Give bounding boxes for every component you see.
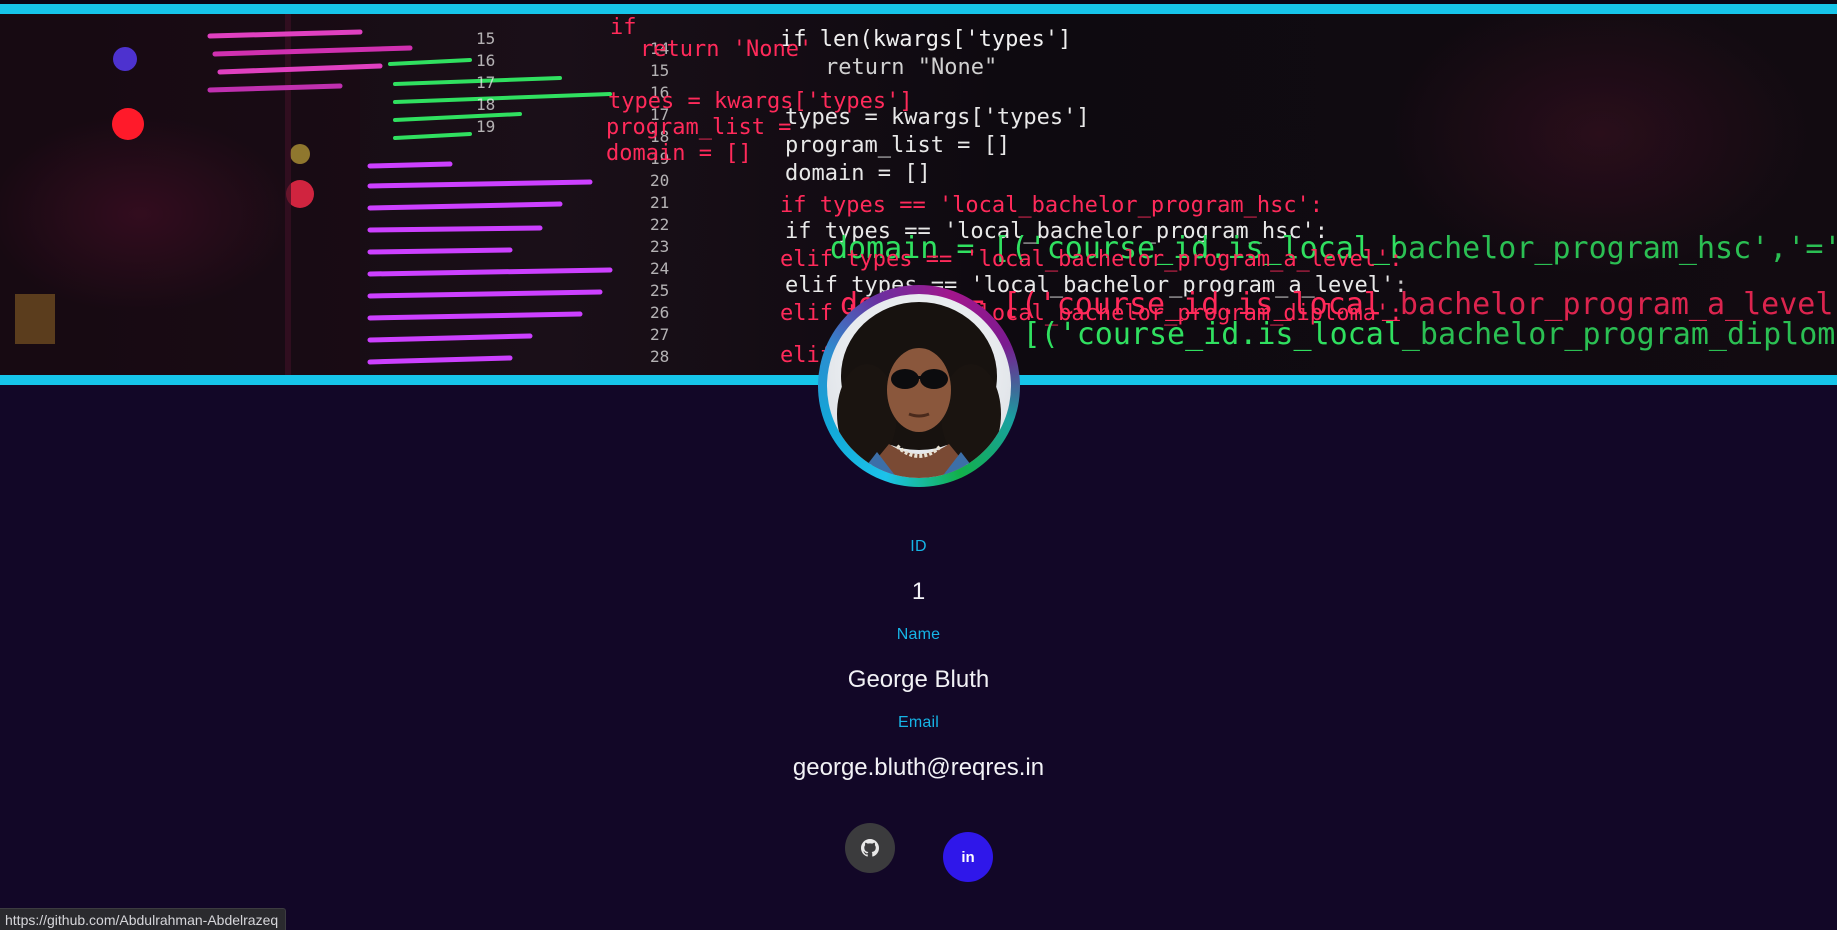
svg-text:return 'None': return 'None': [640, 37, 812, 62]
id-value-row: 1: [0, 578, 1837, 606]
svg-text:16: 16: [476, 51, 495, 70]
svg-text:20: 20: [650, 171, 669, 190]
status-bar-url: https://github.com/Abdulrahman-Abdelraze…: [0, 908, 287, 930]
svg-text:24: 24: [650, 259, 669, 278]
id-label: ID: [910, 538, 927, 555]
user-avatar-photo: [837, 302, 1001, 478]
name-label: Name: [896, 626, 941, 643]
avatar-ring: [818, 285, 1020, 487]
svg-text:21: 21: [650, 193, 669, 212]
svg-text:domain = []: domain = []: [785, 161, 931, 186]
email-label-row: Email: [0, 714, 1837, 732]
id-value: 1: [911, 578, 926, 605]
svg-text:25: 25: [650, 281, 669, 300]
svg-text:15: 15: [476, 29, 495, 48]
email-value-row: george.bluth@reqres.in: [0, 754, 1837, 782]
svg-text:27: 27: [650, 325, 669, 344]
id-label-row: ID: [0, 538, 1837, 556]
svg-text:22: 22: [650, 215, 669, 234]
svg-text:15: 15: [650, 61, 669, 80]
svg-text:program_list =: program_list =: [606, 115, 791, 140]
linkedin-icon: in: [961, 848, 975, 866]
linkedin-button[interactable]: in: [943, 832, 993, 882]
svg-text:17: 17: [476, 73, 495, 92]
name-value-row: George Bluth: [0, 666, 1837, 694]
svg-text:26: 26: [650, 303, 669, 322]
name-label-row: Name: [0, 626, 1837, 644]
svg-text:types = kwargs['types']: types = kwargs['types']: [785, 105, 1090, 130]
email-value: george.bluth@reqres.in: [792, 754, 1045, 781]
svg-text:if types == 'local_bachelor_pr: if types == 'local_bachelor_program_hsc'…: [780, 193, 1323, 218]
svg-text:23: 23: [650, 237, 669, 256]
svg-text:if: if: [610, 15, 637, 40]
profile-page: 15 16 17 18 19 14 15 16 17 18 19 20 21 2…: [0, 0, 1837, 930]
svg-text:return "None": return "None": [825, 55, 997, 80]
svg-text:18: 18: [476, 95, 495, 114]
email-label: Email: [897, 714, 939, 731]
svg-text:elif types == 'local_bachelor_: elif types == 'local_bachelor_program_a_…: [780, 247, 1403, 272]
github-icon: [861, 839, 879, 857]
name-value: George Bluth: [847, 666, 990, 693]
svg-text:if len(kwargs['types']: if len(kwargs['types']: [780, 27, 1071, 52]
github-button[interactable]: [845, 823, 895, 873]
svg-text:domain = []: domain = []: [606, 141, 752, 166]
avatar: [827, 294, 1011, 478]
svg-text:28: 28: [650, 347, 669, 366]
svg-text:program_list = []: program_list = []: [785, 133, 1010, 158]
svg-text:19: 19: [476, 117, 495, 136]
